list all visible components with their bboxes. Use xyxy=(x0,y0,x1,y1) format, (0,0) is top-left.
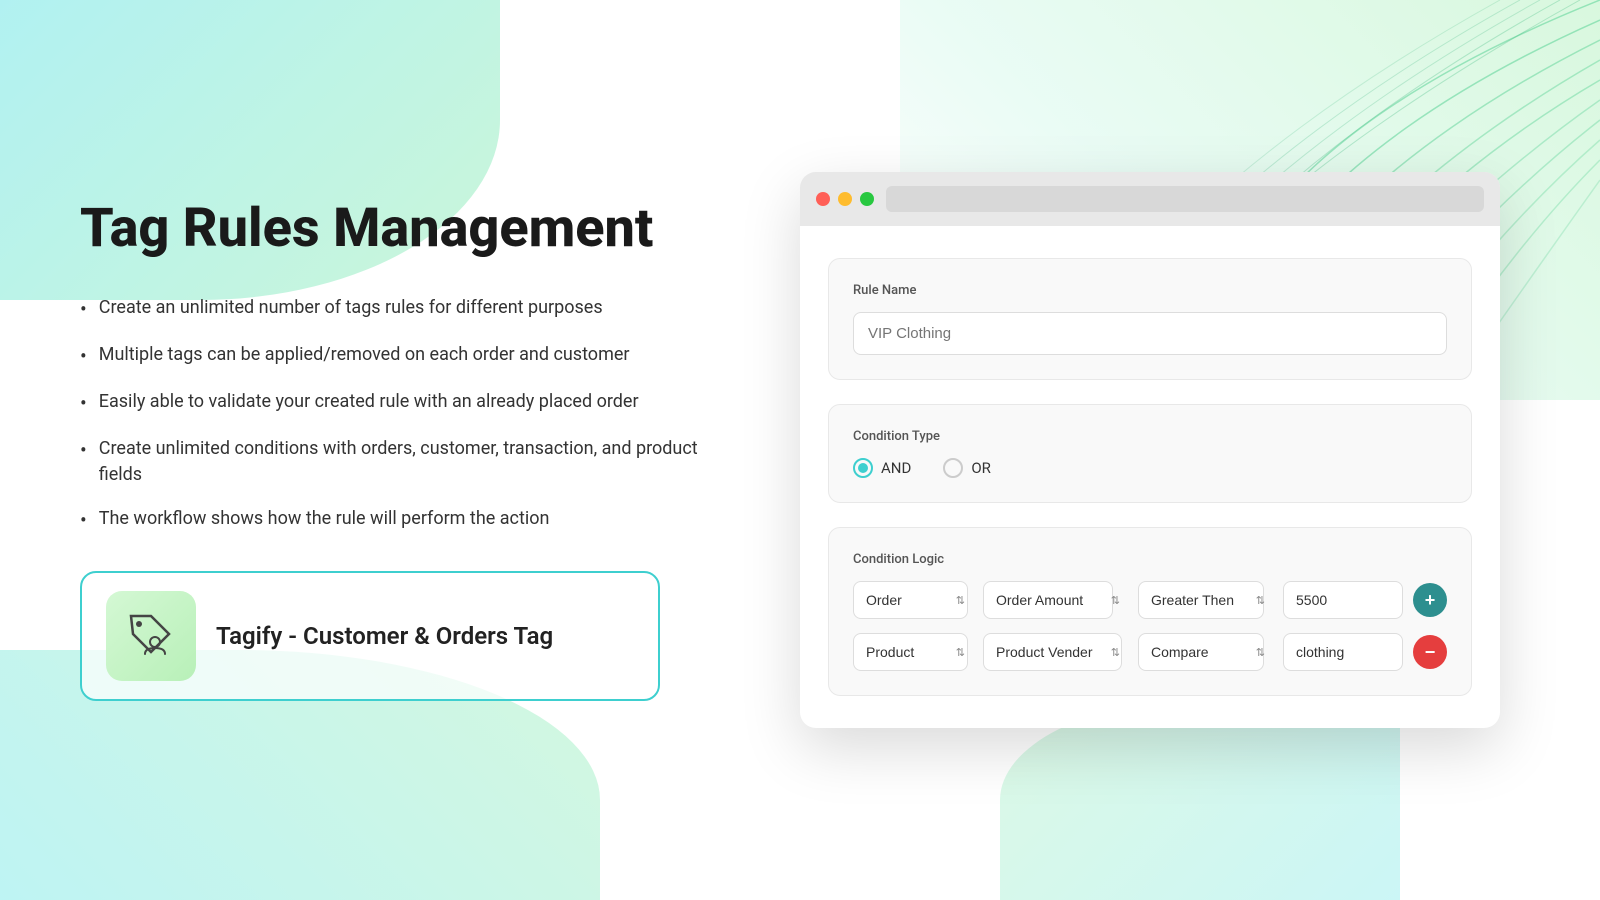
radio-or-circle xyxy=(943,458,963,478)
add-condition-button[interactable]: + xyxy=(1413,583,1447,617)
browser-content: Rule Name Condition Type AND OR xyxy=(800,226,1500,728)
field-2-operator-select[interactable]: Compare Greater Then Less Then Equal xyxy=(1138,633,1264,671)
field-1-condition-wrap: Order Amount Order Count xyxy=(983,581,1128,619)
radio-and-label: AND xyxy=(881,459,911,477)
field-1-value-input[interactable] xyxy=(1283,581,1403,619)
dot-red[interactable] xyxy=(816,192,830,206)
feature-item-2: Multiple tags can be applied/removed on … xyxy=(80,342,700,371)
field-2-condition-wrap: Product Vender Product Name Product Type xyxy=(983,633,1128,671)
field-2-value-input[interactable] xyxy=(1283,633,1403,671)
condition-logic-section: Condition Logic Order Product Customer T… xyxy=(828,527,1472,696)
field-2-operator-wrap: Compare Greater Then Less Then Equal xyxy=(1138,633,1273,671)
field-1-operator-wrap: Greater Then Less Then Equal Compare xyxy=(1138,581,1273,619)
left-panel: Tag Rules Management Create an unlimited… xyxy=(80,199,700,701)
field-2-condition-select[interactable]: Product Vender Product Name Product Type xyxy=(983,633,1122,671)
condition-logic-label: Condition Logic xyxy=(853,552,1447,567)
field-1-condition-select[interactable]: Order Amount Order Count xyxy=(983,581,1113,619)
condition-row-1: Order Product Customer Transaction Order… xyxy=(853,581,1447,619)
feature-item-4: Create unlimited conditions with orders,… xyxy=(80,436,700,488)
app-card: Tagify - Customer & Orders Tag xyxy=(80,571,660,701)
condition-type-section: Condition Type AND OR xyxy=(828,404,1472,503)
browser-dots xyxy=(816,192,874,206)
condition-type-label: Condition Type xyxy=(853,429,1447,444)
feature-item-1: Create an unlimited number of tags rules… xyxy=(80,295,700,324)
rule-name-label: Rule Name xyxy=(853,283,1447,298)
remove-condition-button[interactable]: − xyxy=(1413,635,1447,669)
browser-address-bar[interactable] xyxy=(886,186,1484,212)
browser-toolbar xyxy=(800,172,1500,226)
field-1-order-select[interactable]: Order Product Customer Transaction xyxy=(853,581,968,619)
browser-window: Rule Name Condition Type AND OR xyxy=(800,172,1500,728)
field-2-order-select[interactable]: Product Order Customer Transaction xyxy=(853,633,968,671)
page-title: Tag Rules Management xyxy=(80,199,700,258)
dot-yellow[interactable] xyxy=(838,192,852,206)
field-1-operator-select[interactable]: Greater Then Less Then Equal Compare xyxy=(1138,581,1264,619)
radio-and-circle xyxy=(853,458,873,478)
rule-name-input[interactable] xyxy=(853,312,1447,355)
dot-green[interactable] xyxy=(860,192,874,206)
radio-and[interactable]: AND xyxy=(853,458,911,478)
app-icon xyxy=(106,591,196,681)
feature-item-5: The workflow shows how the rule will per… xyxy=(80,506,700,535)
condition-row-2: Product Order Customer Transaction Produ… xyxy=(853,633,1447,671)
radio-group: AND OR xyxy=(853,458,1447,478)
rule-name-section: Rule Name xyxy=(828,258,1472,380)
feature-item-3: Easily able to validate your created rul… xyxy=(80,389,700,418)
radio-or-label: OR xyxy=(971,459,991,477)
app-name: Tagify - Customer & Orders Tag xyxy=(216,622,553,650)
right-panel: Rule Name Condition Type AND OR xyxy=(780,172,1520,728)
radio-or[interactable]: OR xyxy=(943,458,991,478)
feature-list: Create an unlimited number of tags rules… xyxy=(80,295,700,535)
condition-rows: Order Product Customer Transaction Order… xyxy=(853,581,1447,671)
field-1-order-wrap: Order Product Customer Transaction xyxy=(853,581,973,619)
field-2-order-wrap: Product Order Customer Transaction xyxy=(853,633,973,671)
